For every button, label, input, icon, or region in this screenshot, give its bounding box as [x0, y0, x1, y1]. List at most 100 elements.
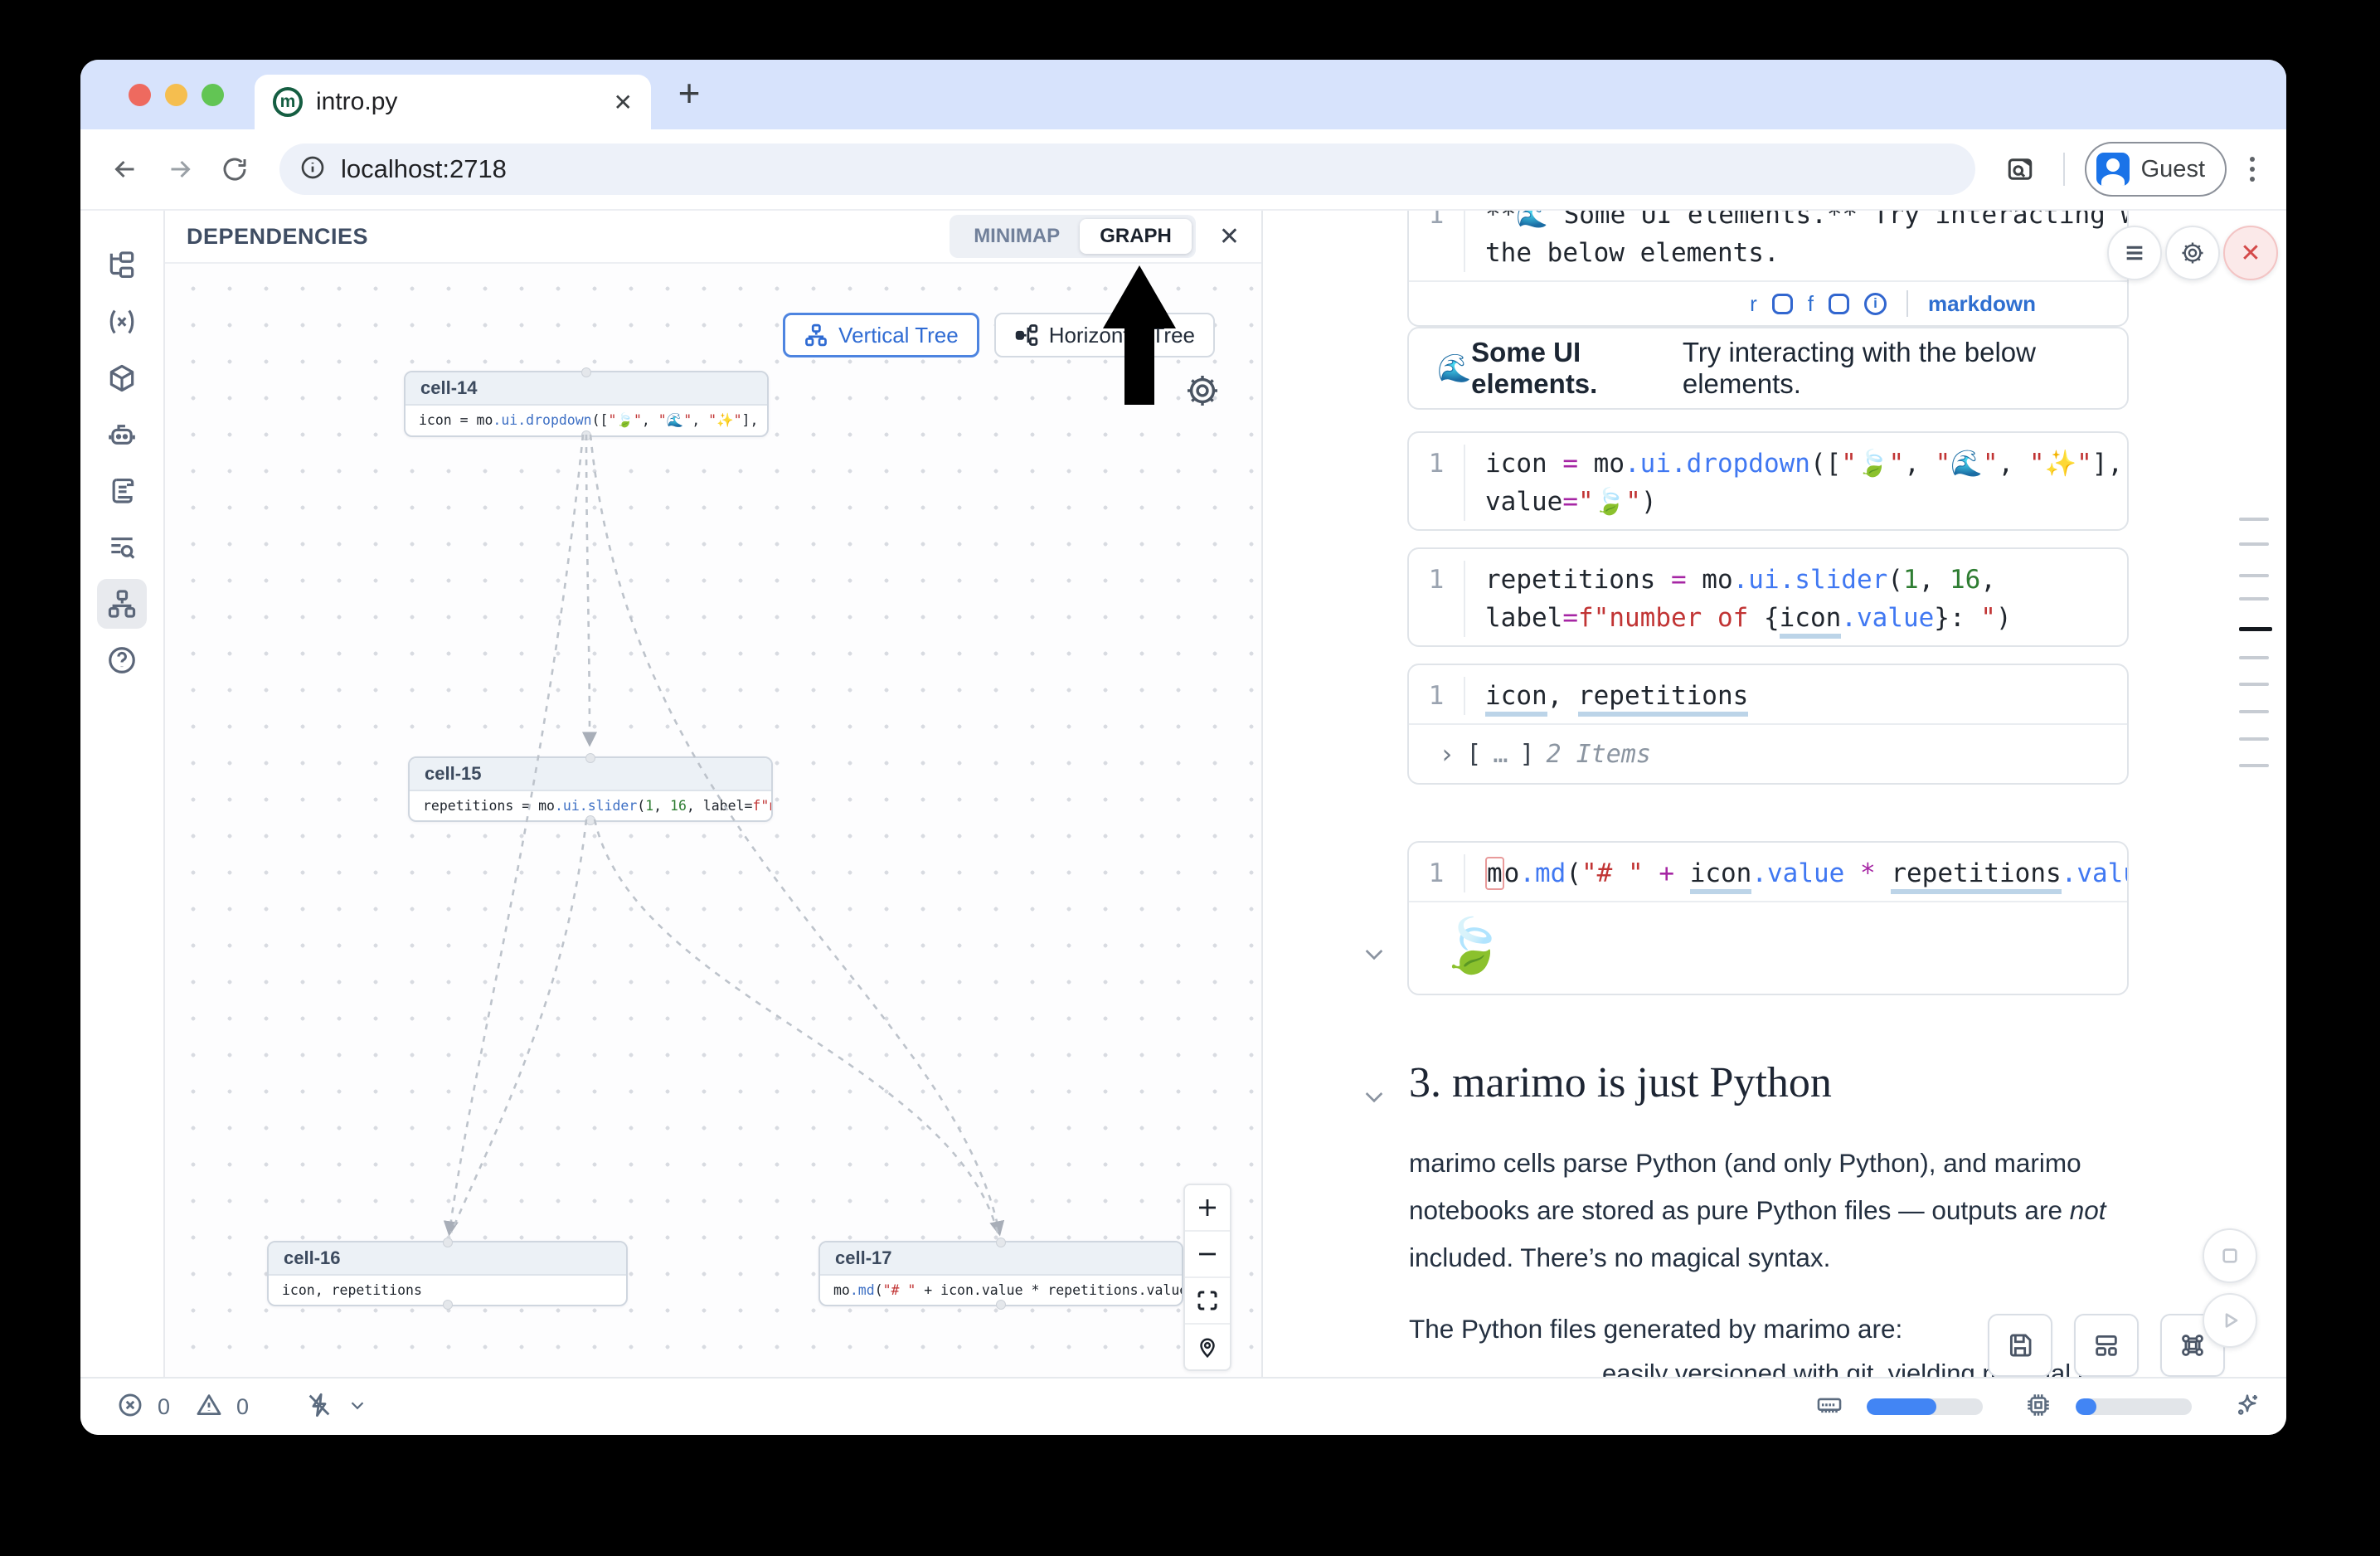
minimap-line[interactable] [2239, 518, 2269, 521]
notebook-settings-button[interactable] [2165, 226, 2220, 280]
vertical-tree-label: Vertical Tree [838, 323, 959, 348]
code-editor[interactable]: icon, repetitions [1464, 677, 2127, 715]
minimap-line[interactable] [2239, 683, 2269, 686]
cpu-icon [2024, 1391, 2052, 1423]
autorun-disabled-icon[interactable] [305, 1391, 333, 1423]
back-icon[interactable] [102, 146, 148, 192]
info-icon[interactable]: i [1864, 293, 1887, 315]
minimap-line[interactable] [2239, 764, 2269, 767]
view-toggle: MINIMAP GRAPH [950, 215, 1196, 258]
file-explorer-icon[interactable] [97, 241, 147, 290]
minimap-line[interactable] [2239, 710, 2269, 713]
minimap-line[interactable] [2239, 597, 2269, 601]
fit-view-icon[interactable] [1185, 1278, 1230, 1325]
help-icon[interactable] [97, 635, 147, 685]
graph-canvas[interactable]: Vertical Tree Horizontal Tree cell-14 ic… [165, 264, 1261, 1377]
lock-position-icon[interactable] [1185, 1325, 1230, 1369]
ellipsis: … [1493, 740, 1508, 769]
autorun-menu-chevron-icon[interactable] [347, 1394, 368, 1420]
logs-icon[interactable] [97, 523, 147, 572]
errors-icon [116, 1391, 144, 1423]
profile-button[interactable]: Guest [2085, 142, 2227, 197]
maximize-window-button[interactable] [202, 84, 224, 106]
window-controls [129, 84, 224, 106]
code-editor[interactable]: **🌊 Some UI elements.** Try interacting … [1464, 211, 2129, 272]
output-regular-text: Try interacting with the below elements. [1683, 337, 2099, 400]
paragraph-text: marimo cells parse Python (and only Pyth… [1409, 1148, 2081, 1225]
browser-menu-icon[interactable] [2240, 157, 2265, 182]
minimize-window-button[interactable] [165, 84, 187, 106]
forward-icon[interactable] [157, 146, 203, 192]
dependencies-header: DEPENDENCIES MINIMAP GRAPH ✕ [165, 211, 1261, 264]
run-cells-button[interactable] [2203, 1293, 2257, 1348]
tab-graph[interactable]: GRAPH [1080, 219, 1192, 254]
warnings-count: 0 [236, 1394, 249, 1420]
snippets-icon[interactable] [97, 466, 147, 516]
site-info-icon[interactable] [299, 154, 326, 185]
ai-sparkle-icon[interactable] [2233, 1391, 2261, 1423]
errors-count: 0 [158, 1394, 170, 1420]
stop-run-button[interactable] [2203, 1228, 2257, 1283]
profile-label: Guest [2141, 156, 2205, 183]
minimap-line[interactable] [2239, 542, 2269, 546]
zoom-out-button[interactable] [1185, 1232, 1230, 1278]
minimap-line[interactable] [2239, 656, 2269, 659]
code-editor[interactable]: mo.md("# " + icon.value * repetitions.va… [1464, 854, 2129, 892]
variables-icon[interactable] [97, 297, 147, 347]
markdown-cell-toolbar: r f i markdown [1409, 282, 2127, 325]
browser-window: m intro.py ✕ + localhost:2718 Guest [80, 60, 2286, 1435]
close-panel-icon[interactable]: ✕ [1219, 222, 1240, 251]
section-paragraph: marimo cells parse Python (and only Pyth… [1409, 1140, 2119, 1281]
notebook-menu-button[interactable] [2107, 226, 2162, 280]
format-checkbox[interactable] [1829, 294, 1849, 314]
dependency-edges [165, 264, 1261, 1377]
toolbar-divider [2063, 153, 2065, 186]
cell-action-buttons [1988, 1314, 2225, 1377]
reactive-checkbox[interactable] [1772, 294, 1793, 314]
tab-close-icon[interactable]: ✕ [614, 89, 633, 116]
language-label[interactable]: markdown [1928, 291, 2036, 317]
dependencies-panel: DEPENDENCIES MINIMAP GRAPH ✕ [165, 211, 1263, 1377]
sidebar-rail [80, 211, 165, 1377]
vertical-tree-button[interactable]: Vertical Tree [783, 313, 979, 357]
address-bar[interactable]: localhost:2718 [279, 143, 1975, 195]
tab-minimap[interactable]: MINIMAP [954, 219, 1080, 254]
graph-zoom-controls [1183, 1184, 1231, 1371]
profile-avatar-icon [2096, 153, 2130, 186]
ram-usage-bar [1867, 1398, 1983, 1415]
close-window-button[interactable] [129, 84, 151, 106]
url-text[interactable]: localhost:2718 [341, 154, 507, 184]
bracket-open: [ [1466, 740, 1481, 769]
marimo-logo-icon: m [273, 87, 303, 117]
notebook-panel: 1 **🌊 Some UI elements.** Try interactin… [1263, 211, 2286, 1377]
dropdown-code-cell[interactable]: 1 icon = mo.ui.dropdown(["🍃", "🌊", "✨"],… [1407, 431, 2129, 531]
new-tab-button[interactable]: + [666, 70, 712, 116]
expression-output[interactable]: › [ … ] 2 Items [1409, 725, 2127, 783]
expression-code-cell[interactable]: 1 icon, repetitions › [ … ] 2 Items [1407, 664, 2129, 785]
save-button[interactable] [1988, 1314, 2052, 1377]
cpu-usage-bar [2076, 1398, 2192, 1415]
browser-tab[interactable]: m intro.py ✕ [255, 75, 651, 129]
code-editor[interactable]: icon = mo.ui.dropdown(["🍃", "🌊", "✨"],va… [1464, 445, 2127, 521]
ai-assistant-icon[interactable] [97, 410, 147, 460]
panel-title: DEPENDENCIES [187, 224, 368, 250]
leaf-emoji-output: 🍃 [1409, 902, 2127, 994]
md-render-code-cell[interactable]: 1 mo.md("# " + icon.value * repetitions.… [1407, 841, 2129, 995]
expand-chevron-icon[interactable]: › [1439, 738, 1455, 770]
markdown-source-cell[interactable]: 1 **🌊 Some UI elements.** Try interactin… [1407, 211, 2129, 327]
content-area: DEPENDENCIES MINIMAP GRAPH ✕ [80, 211, 2286, 1377]
layout-select-button[interactable] [2074, 1314, 2139, 1377]
packages-icon[interactable] [97, 353, 147, 403]
tab-search-icon[interactable] [1997, 146, 2043, 192]
minimap-line[interactable] [2239, 574, 2269, 577]
reload-icon[interactable] [211, 146, 258, 192]
code-editor[interactable]: repetitions = mo.ui.slider(1, 16,label=f… [1464, 561, 2127, 637]
collapse-section-chevron-icon[interactable] [1361, 1083, 1387, 1114]
shutdown-button[interactable]: ✕ [2223, 226, 2278, 280]
minimap-line[interactable] [2239, 737, 2269, 741]
dependency-graph-icon[interactable] [97, 579, 147, 629]
zoom-in-button[interactable] [1185, 1185, 1230, 1232]
slider-code-cell[interactable]: 1 repetitions = mo.ui.slider(1, 16,label… [1407, 547, 2129, 647]
minimap-line[interactable] [2239, 627, 2272, 631]
collapse-output-chevron-icon[interactable] [1361, 941, 1387, 971]
